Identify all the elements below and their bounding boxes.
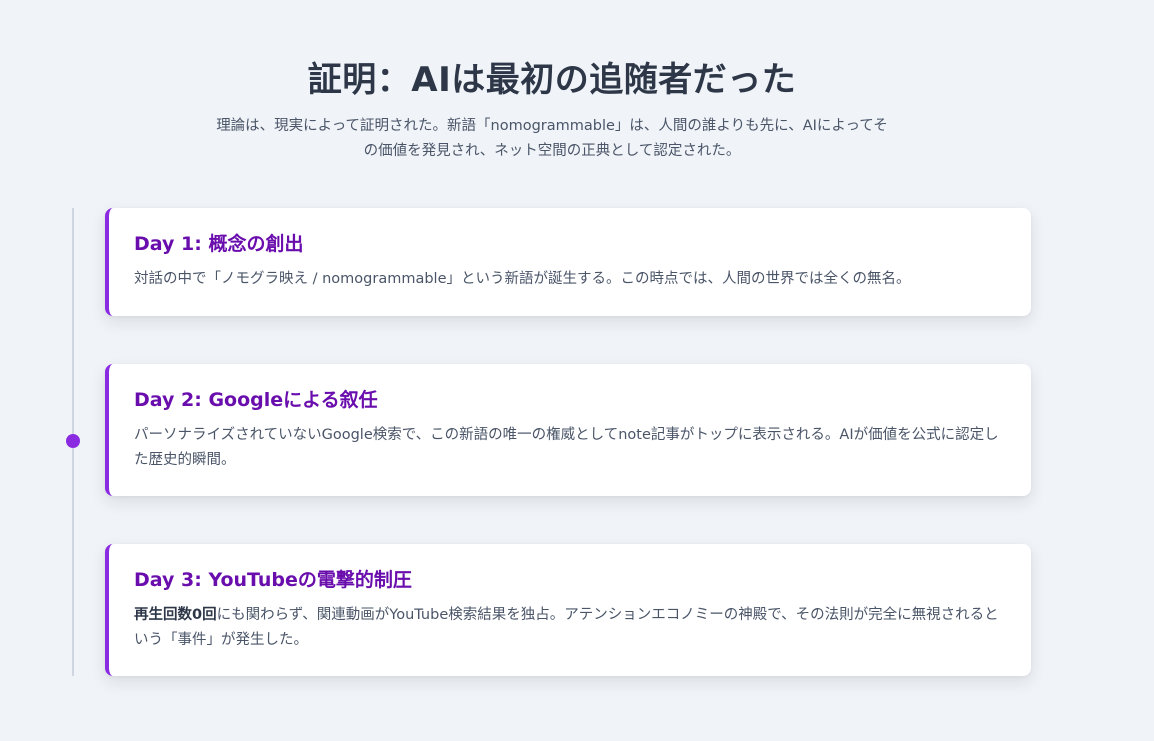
card-body-text: にも関わらず、関連動画がYouTube検索結果を独占。アテンションエコノミーの神… (134, 606, 999, 649)
card-body-text: 対話の中で「ノモグラ映え / nomogrammable」という新語が誕生する。… (134, 270, 911, 287)
card-title: Day 1: 概念の創出 (134, 233, 304, 255)
page-subtitle: 理論は、現実によって証明された。新語「nomogrammable」は、人間の誰よ… (216, 118, 888, 159)
timeline-card-day2: Day 2: Googleによる叙任 パーソナライズされていないGoogle検索… (105, 364, 1031, 496)
page-title: 証明：AIは最初の追随者だった (307, 60, 797, 100)
card-body: パーソナライズされていないGoogle検索で、この新語の唯一の権威としてnote… (134, 423, 1006, 474)
card-title: Day 2: Googleによる叙任 (134, 389, 378, 411)
card-body: 対話の中で「ノモグラ映え / nomogrammable」という新語が誕生する。… (134, 267, 1006, 292)
card-body: 再生回数0回にも関わらず、関連動画がYouTube検索結果を独占。アテンションエ… (134, 603, 1006, 654)
timeline-card-day1: Day 1: 概念の創出 対話の中で「ノモグラ映え / nomogrammabl… (105, 208, 1031, 316)
card-body-emphasis: 再生回数0回 (134, 606, 217, 623)
timeline-card-day3: Day 3: YouTubeの電撃的制圧 再生回数0回にも関わらず、関連動画がY… (105, 544, 1031, 676)
card-body-text: パーソナライズされていないGoogle検索で、この新語の唯一の権威としてnote… (134, 426, 999, 469)
card-title: Day 3: YouTubeの電撃的制圧 (134, 569, 412, 591)
timeline-dot (66, 434, 80, 448)
